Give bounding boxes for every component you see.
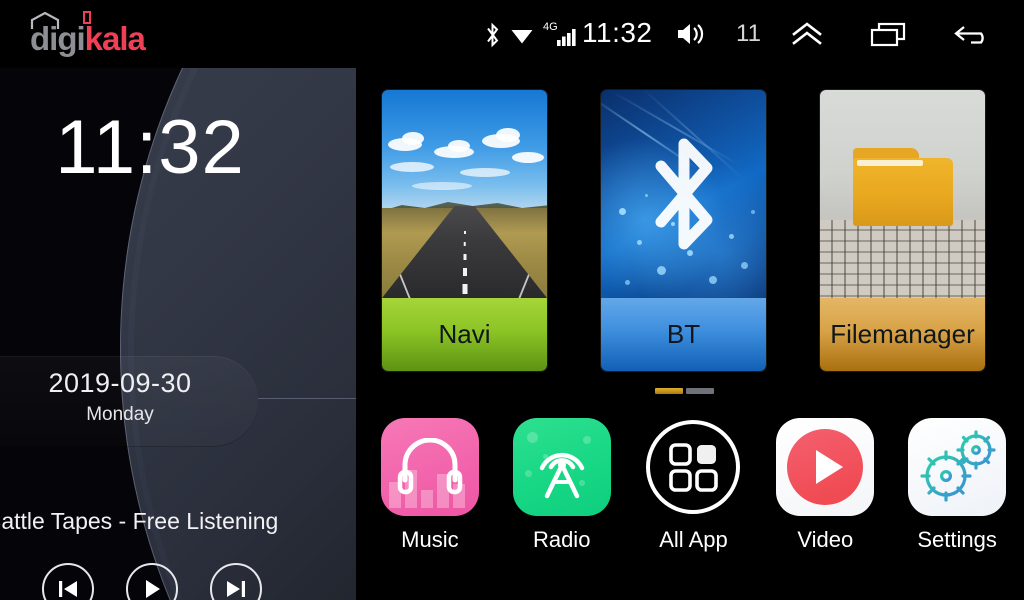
bluetooth-icon — [655, 138, 713, 250]
radio-tower-icon — [512, 418, 611, 516]
wifi-icon — [511, 30, 533, 44]
page-dot-active[interactable] — [655, 388, 683, 394]
status-clock: 11:32 — [582, 17, 653, 48]
panel-divider — [258, 398, 356, 399]
brand-kala: kala — [84, 20, 146, 57]
headphones-icon — [380, 418, 479, 516]
volume-icon[interactable] — [676, 21, 706, 47]
network-type-label: 4G — [543, 21, 558, 33]
chevron-double-up-icon — [792, 22, 822, 45]
house-icon — [30, 12, 60, 29]
page-dot-inactive[interactable] — [686, 388, 714, 394]
status-bar: digikala 4G 11:32 11 — [0, 0, 1024, 68]
next-track-button[interactable] — [210, 563, 262, 600]
app-settings-label: Settings — [917, 527, 997, 552]
tile-bt[interactable]: BT — [601, 90, 766, 371]
logo-mark — [83, 11, 91, 24]
app-allapp[interactable]: All App — [629, 418, 759, 578]
back-arrow-icon — [954, 26, 984, 44]
tile-bt-label: BT — [601, 298, 766, 371]
date-text: 2019-09-30 — [48, 368, 192, 398]
mobile-signal: 4G — [543, 21, 579, 47]
app-video-label: Video — [797, 527, 854, 552]
page-indicator[interactable] — [655, 388, 714, 394]
back-button[interactable] — [950, 17, 996, 51]
app-music-label: Music — [401, 527, 459, 552]
app-video[interactable]: Video — [760, 418, 890, 578]
tile-filemanager-label: Filemanager — [820, 298, 985, 371]
app-allapp-label: All App — [659, 527, 728, 552]
play-icon — [146, 580, 160, 598]
status-icons: 4G — [484, 18, 579, 52]
navi-artwork — [382, 90, 547, 298]
filemanager-artwork — [820, 90, 985, 298]
recent-apps-icon — [870, 22, 906, 47]
left-info-panel: 11:32 2019-09-30 Monday Battle Tapes - F… — [0, 68, 356, 600]
app-radio-label: Radio — [532, 527, 591, 552]
large-clock: 11:32 — [55, 105, 245, 190]
home-button[interactable] — [784, 17, 830, 51]
app-music[interactable]: Music — [365, 418, 495, 578]
app-settings[interactable]: Settings — [892, 418, 1022, 578]
tile-filemanager[interactable]: Filemanager — [820, 90, 985, 371]
app-shortcut-row: Music Radio All App Video Settings — [365, 418, 1024, 578]
bt-artwork — [601, 90, 766, 298]
digikala-watermark: digikala — [30, 11, 146, 57]
gears-icon — [908, 418, 1007, 516]
signal-bars-icon — [557, 29, 576, 46]
play-button[interactable] — [126, 563, 178, 600]
next-track-icon — [227, 581, 245, 597]
previous-track-icon — [59, 581, 77, 597]
now-playing-title: Battle Tapes - Free Listening — [0, 508, 279, 534]
previous-track-button[interactable] — [42, 563, 94, 600]
app-grid-icon — [644, 418, 743, 516]
tile-navi-label: Navi — [382, 298, 547, 371]
recent-apps-button[interactable] — [866, 17, 912, 51]
date-pill[interactable]: 2019-09-30 Monday — [0, 356, 258, 446]
app-radio[interactable]: Radio — [497, 418, 627, 578]
media-controls — [42, 563, 262, 600]
tile-navi[interactable]: Navi — [382, 90, 547, 371]
weekday-text: Monday — [86, 404, 154, 425]
play-circle-icon — [776, 418, 875, 516]
folder-icon — [853, 148, 953, 226]
bluetooth-icon — [487, 22, 499, 48]
car-head-unit-home-screen: digikala 4G 11:32 11 11:32 2019-09-30 Mo… — [0, 0, 1024, 600]
volume-level: 11 — [736, 20, 761, 47]
